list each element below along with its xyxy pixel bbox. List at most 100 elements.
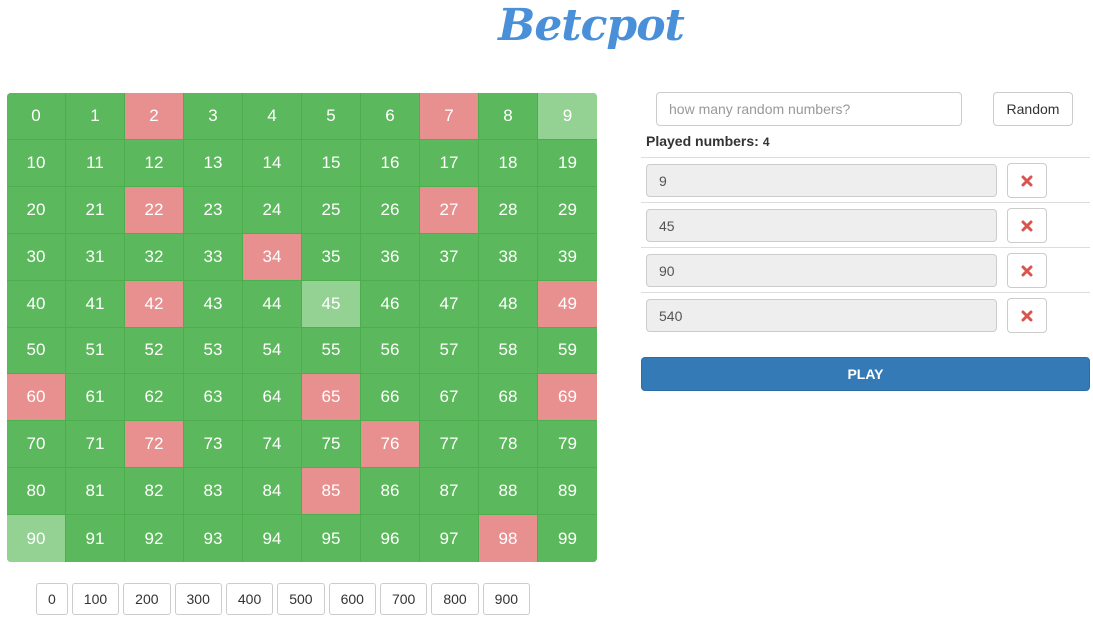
number-cell-29[interactable]: 29 (538, 186, 597, 234)
number-cell-57[interactable]: 57 (420, 327, 479, 375)
number-cell-40[interactable]: 40 (7, 280, 66, 328)
number-cell-82[interactable]: 82 (125, 468, 184, 516)
number-cell-87[interactable]: 87 (420, 468, 479, 516)
number-cell-62[interactable]: 62 (125, 374, 184, 422)
number-cell-58[interactable]: 58 (479, 327, 538, 375)
range-button-400[interactable]: 400 (225, 583, 274, 615)
range-button-100[interactable]: 100 (71, 583, 120, 615)
number-cell-15[interactable]: 15 (302, 139, 361, 187)
number-cell-76[interactable]: 76 (361, 421, 420, 469)
number-cell-41[interactable]: 41 (66, 280, 125, 328)
remove-number-button[interactable] (1007, 253, 1047, 288)
number-cell-16[interactable]: 16 (361, 139, 420, 187)
number-cell-64[interactable]: 64 (243, 374, 302, 422)
range-button-700[interactable]: 700 (379, 583, 428, 615)
number-cell-5[interactable]: 5 (302, 93, 361, 140)
number-cell-23[interactable]: 23 (184, 186, 243, 234)
number-cell-10[interactable]: 10 (7, 139, 66, 187)
number-cell-98[interactable]: 98 (479, 515, 538, 562)
number-cell-99[interactable]: 99 (538, 515, 597, 562)
number-cell-73[interactable]: 73 (184, 421, 243, 469)
number-cell-17[interactable]: 17 (420, 139, 479, 187)
number-cell-27[interactable]: 27 (420, 186, 479, 234)
number-cell-66[interactable]: 66 (361, 374, 420, 422)
number-cell-21[interactable]: 21 (66, 186, 125, 234)
number-cell-0[interactable]: 0 (7, 93, 66, 140)
number-cell-85[interactable]: 85 (302, 468, 361, 516)
range-button-300[interactable]: 300 (174, 583, 222, 615)
number-cell-95[interactable]: 95 (302, 515, 361, 562)
number-cell-91[interactable]: 91 (66, 515, 125, 562)
number-cell-35[interactable]: 35 (302, 233, 361, 281)
number-cell-31[interactable]: 31 (66, 233, 125, 281)
random-button[interactable]: Random (993, 92, 1073, 126)
play-button[interactable]: PLAY (641, 357, 1090, 391)
number-cell-55[interactable]: 55 (302, 327, 361, 375)
range-button-900[interactable]: 900 (482, 583, 531, 615)
number-cell-78[interactable]: 78 (479, 421, 538, 469)
number-cell-54[interactable]: 54 (243, 327, 302, 375)
number-cell-68[interactable]: 68 (479, 374, 538, 422)
number-cell-20[interactable]: 20 (7, 186, 66, 234)
remove-number-button[interactable] (1007, 208, 1047, 243)
number-cell-1[interactable]: 1 (66, 93, 125, 140)
number-cell-89[interactable]: 89 (538, 468, 597, 516)
number-cell-39[interactable]: 39 (538, 233, 597, 281)
number-cell-6[interactable]: 6 (361, 93, 420, 140)
number-cell-26[interactable]: 26 (361, 186, 420, 234)
number-cell-92[interactable]: 92 (125, 515, 184, 562)
range-button-200[interactable]: 200 (123, 583, 171, 615)
number-cell-65[interactable]: 65 (302, 374, 361, 422)
number-cell-22[interactable]: 22 (125, 186, 184, 234)
number-cell-13[interactable]: 13 (184, 139, 243, 187)
range-button-500[interactable]: 500 (277, 583, 325, 615)
number-cell-48[interactable]: 48 (479, 280, 538, 328)
number-cell-53[interactable]: 53 (184, 327, 243, 375)
number-cell-86[interactable]: 86 (361, 468, 420, 516)
range-button-600[interactable]: 600 (328, 583, 376, 615)
number-cell-50[interactable]: 50 (7, 327, 66, 375)
number-cell-46[interactable]: 46 (361, 280, 420, 328)
number-cell-71[interactable]: 71 (66, 421, 125, 469)
number-cell-67[interactable]: 67 (420, 374, 479, 422)
number-cell-11[interactable]: 11 (66, 139, 125, 187)
number-cell-3[interactable]: 3 (184, 93, 243, 140)
number-cell-83[interactable]: 83 (184, 468, 243, 516)
number-cell-69[interactable]: 69 (538, 374, 597, 422)
number-cell-2[interactable]: 2 (125, 93, 184, 140)
number-cell-38[interactable]: 38 (479, 233, 538, 281)
number-cell-28[interactable]: 28 (479, 186, 538, 234)
number-cell-7[interactable]: 7 (420, 93, 479, 140)
number-cell-34[interactable]: 34 (243, 233, 302, 281)
number-cell-36[interactable]: 36 (361, 233, 420, 281)
range-button-0[interactable]: 0 (36, 583, 68, 615)
number-cell-12[interactable]: 12 (125, 139, 184, 187)
number-cell-97[interactable]: 97 (420, 515, 479, 562)
number-cell-56[interactable]: 56 (361, 327, 420, 375)
number-cell-84[interactable]: 84 (243, 468, 302, 516)
number-cell-43[interactable]: 43 (184, 280, 243, 328)
range-button-800[interactable]: 800 (431, 583, 479, 615)
number-cell-49[interactable]: 49 (538, 280, 597, 328)
number-cell-32[interactable]: 32 (125, 233, 184, 281)
random-count-input[interactable] (656, 92, 962, 126)
number-cell-30[interactable]: 30 (7, 233, 66, 281)
number-cell-51[interactable]: 51 (66, 327, 125, 375)
number-cell-9[interactable]: 9 (538, 93, 597, 140)
number-cell-96[interactable]: 96 (361, 515, 420, 562)
number-cell-79[interactable]: 79 (538, 421, 597, 469)
remove-number-button[interactable] (1007, 298, 1047, 333)
number-cell-45[interactable]: 45 (302, 280, 361, 328)
number-cell-4[interactable]: 4 (243, 93, 302, 140)
number-cell-47[interactable]: 47 (420, 280, 479, 328)
number-cell-18[interactable]: 18 (479, 139, 538, 187)
number-cell-60[interactable]: 60 (7, 374, 66, 422)
number-cell-80[interactable]: 80 (7, 468, 66, 516)
number-cell-72[interactable]: 72 (125, 421, 184, 469)
number-cell-77[interactable]: 77 (420, 421, 479, 469)
number-cell-44[interactable]: 44 (243, 280, 302, 328)
number-cell-93[interactable]: 93 (184, 515, 243, 562)
number-cell-63[interactable]: 63 (184, 374, 243, 422)
remove-number-button[interactable] (1007, 163, 1047, 198)
number-cell-75[interactable]: 75 (302, 421, 361, 469)
